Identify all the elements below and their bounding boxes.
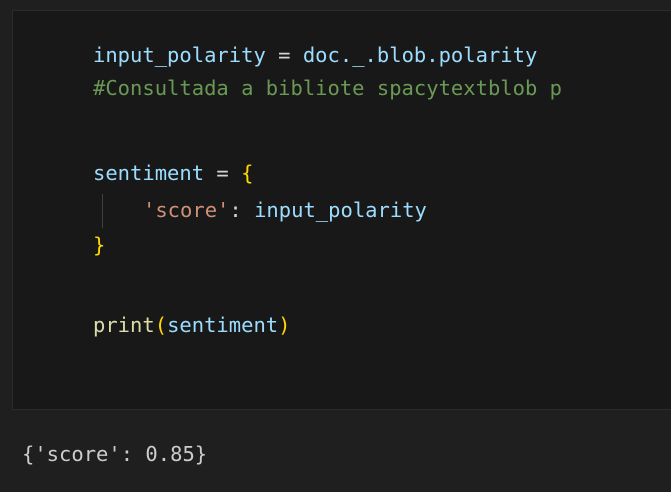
dict-key-score: 'score' xyxy=(143,198,230,222)
print-argument: sentiment xyxy=(167,313,279,337)
cell-top-strip xyxy=(0,0,671,10)
var-input-polarity: input_polarity xyxy=(93,43,266,67)
code-line-8: print(sentiment) xyxy=(93,311,291,339)
code-line-5: 'score': input_polarity xyxy=(143,196,427,224)
indent-guide xyxy=(102,194,103,228)
cell-output: {'score': 0.85} xyxy=(0,410,671,492)
assign-operator: = xyxy=(265,43,303,67)
code-line-4: sentiment = { xyxy=(93,159,253,187)
print-function: print xyxy=(93,313,155,337)
dict-colon: : xyxy=(229,198,255,222)
code-line-1: input_polarity = doc._.blob.polarity xyxy=(93,41,537,69)
code-line-2: #Consultada a bibliote spacytextblob p xyxy=(93,74,562,102)
output-text: {'score': 0.85} xyxy=(22,442,208,466)
comment-text: #Consultada a bibliote spacytextblob p xyxy=(93,76,562,100)
paren-close: ) xyxy=(278,313,291,337)
var-sentiment: sentiment xyxy=(93,161,205,185)
paren-open: ( xyxy=(154,313,168,337)
brace-close: } xyxy=(93,233,106,257)
assign-operator: = xyxy=(204,161,242,185)
code-line-6: } xyxy=(93,231,105,259)
polarity-expression: doc._.blob.polarity xyxy=(302,43,538,67)
brace-open: { xyxy=(241,161,254,185)
code-cell-editor[interactable]: input_polarity = doc._.blob.polarity #Co… xyxy=(12,10,671,410)
dict-value-input-polarity: input_polarity xyxy=(254,198,427,222)
